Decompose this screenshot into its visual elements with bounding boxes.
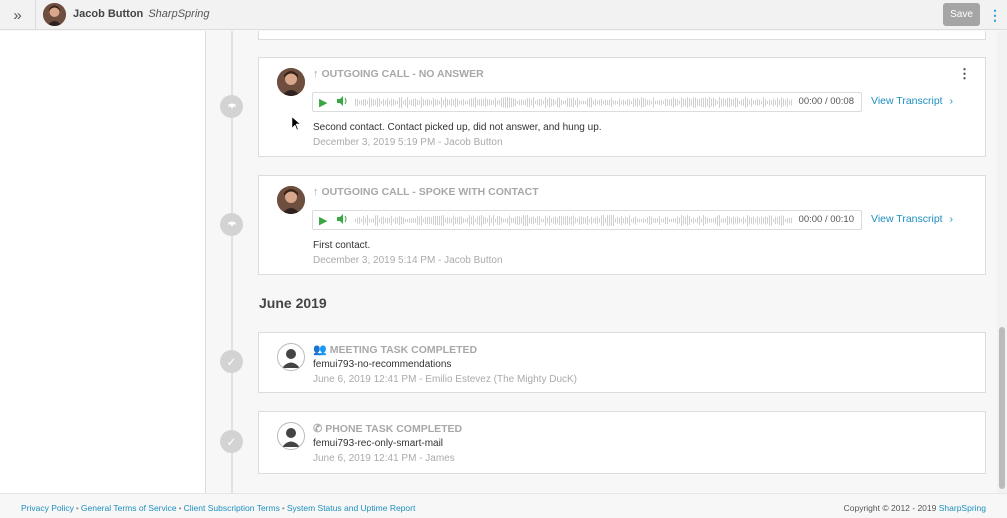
copyright-text: Copyright © 2012 - 2019	[843, 503, 939, 513]
avatar	[277, 422, 305, 450]
call-card: ↑ OUTGOING CALL - NO ANSWER ⋮ ▶ 00:00 / …	[258, 57, 986, 157]
audio-time: 00:00 / 00:10	[798, 214, 854, 225]
arrow-up-icon: ↑	[313, 68, 319, 80]
copyright: Copyright © 2012 - 2019 SharpSpring	[844, 503, 986, 513]
double-chevron-right-icon: »	[13, 6, 22, 24]
play-icon[interactable]: ▶	[319, 214, 330, 227]
expand-panel-button[interactable]: »	[0, 0, 36, 30]
card-title-text: MEETING TASK COMPLETED	[329, 343, 478, 356]
avatar	[277, 68, 305, 96]
audio-player: ▶ 00:00 / 00:10	[312, 210, 862, 230]
month-heading: June 2019	[259, 295, 327, 311]
terms-of-service-link[interactable]: General Terms of Service	[81, 503, 177, 513]
card-title-text: OUTGOING CALL - NO ANSWER	[321, 68, 484, 80]
task-name: femui793-no-recommendations	[313, 359, 452, 370]
volume-icon[interactable]	[337, 214, 348, 226]
view-transcript-label: View Transcript	[871, 213, 943, 225]
separator: •	[178, 503, 182, 513]
vertical-dots-icon: ⋮	[988, 6, 1002, 23]
volume-icon[interactable]	[337, 96, 348, 108]
footer: Privacy Policy • General Terms of Servic…	[0, 493, 1007, 518]
task-meta: June 6, 2019 12:41 PM - Emilio Estevez (…	[313, 374, 578, 385]
user-name: Jacob Button	[73, 8, 144, 20]
more-options-button[interactable]: ⋮	[988, 6, 1002, 24]
card-options-button[interactable]: ⋮	[958, 66, 971, 82]
card-title: ↑ OUTGOING CALL - NO ANSWER	[313, 68, 484, 80]
task-name: femui793-rec-only-smart-mail	[313, 438, 444, 449]
view-transcript-link[interactable]: View Transcript ›	[871, 213, 953, 225]
task-meta: June 6, 2019 12:41 PM - James	[313, 453, 455, 464]
checkmark-icon: ✓	[226, 354, 237, 369]
view-transcript-link[interactable]: View Transcript ›	[871, 95, 953, 107]
system-status-link[interactable]: System Status and Uptime Report	[287, 503, 416, 513]
left-panel	[0, 31, 206, 493]
previous-card-bottom	[258, 31, 986, 40]
task-card: ✆ PHONE TASK COMPLETED femui793-rec-only…	[258, 411, 986, 474]
company-name: SharpSpring	[148, 8, 210, 20]
top-bar: » Jacob Button SharpSpring Save ⋮	[0, 0, 1007, 30]
call-meta: December 3, 2019 5:14 PM - Jacob Button	[313, 255, 503, 266]
play-icon[interactable]: ▶	[319, 96, 330, 109]
task-complete-timeline-icon: ✓	[220, 430, 243, 453]
mouse-cursor-icon	[292, 117, 300, 131]
phone-call-icon	[227, 221, 236, 226]
avatar	[277, 186, 305, 214]
avatar[interactable]	[43, 3, 66, 26]
call-timeline-icon	[220, 213, 243, 236]
subscription-terms-link[interactable]: Client Subscription Terms	[184, 503, 280, 513]
card-title-text: OUTGOING CALL - SPOKE WITH CONTACT	[321, 186, 539, 198]
call-card: ↑ OUTGOING CALL - SPOKE WITH CONTACT ▶ 0…	[258, 175, 986, 275]
separator: •	[75, 503, 79, 513]
chevron-right-icon: ›	[949, 213, 954, 225]
phone-call-icon	[227, 103, 236, 108]
call-meta: December 3, 2019 5:19 PM - Jacob Button	[313, 137, 503, 148]
phone-icon: ✆	[313, 423, 323, 435]
card-title: ✆ PHONE TASK COMPLETED	[313, 422, 463, 436]
privacy-policy-link[interactable]: Privacy Policy	[21, 503, 74, 513]
contact-name: Jacob Button SharpSpring	[73, 8, 210, 20]
chevron-right-icon: ›	[949, 95, 954, 107]
audio-player: ▶ 00:00 / 00:08	[312, 92, 862, 112]
arrow-up-icon: ↑	[313, 186, 319, 198]
card-title: 👥 MEETING TASK COMPLETED	[313, 343, 478, 357]
audio-time: 00:00 / 00:08	[798, 96, 854, 107]
waveform[interactable]	[355, 215, 793, 226]
view-transcript-label: View Transcript	[871, 95, 943, 107]
waveform[interactable]	[355, 97, 793, 108]
vertical-dots-icon: ⋮	[958, 66, 971, 81]
call-note: Second contact. Contact picked up, did n…	[313, 122, 602, 133]
checkmark-icon: ✓	[226, 434, 237, 449]
card-title: ↑ OUTGOING CALL - SPOKE WITH CONTACT	[313, 186, 539, 198]
save-button[interactable]: Save	[943, 3, 980, 26]
scrollbar-thumb[interactable]	[999, 327, 1005, 489]
separator: •	[281, 503, 285, 513]
people-icon: 👥	[313, 344, 327, 356]
card-title-text: PHONE TASK COMPLETED	[325, 422, 463, 435]
task-card: 👥 MEETING TASK COMPLETED femui793-no-rec…	[258, 332, 986, 393]
avatar	[277, 343, 305, 371]
call-note: First contact.	[313, 240, 371, 251]
call-timeline-icon	[220, 95, 243, 118]
sharpspring-link[interactable]: SharpSpring	[939, 503, 986, 513]
footer-links: Privacy Policy • General Terms of Servic…	[21, 503, 415, 513]
task-complete-timeline-icon: ✓	[220, 350, 243, 373]
